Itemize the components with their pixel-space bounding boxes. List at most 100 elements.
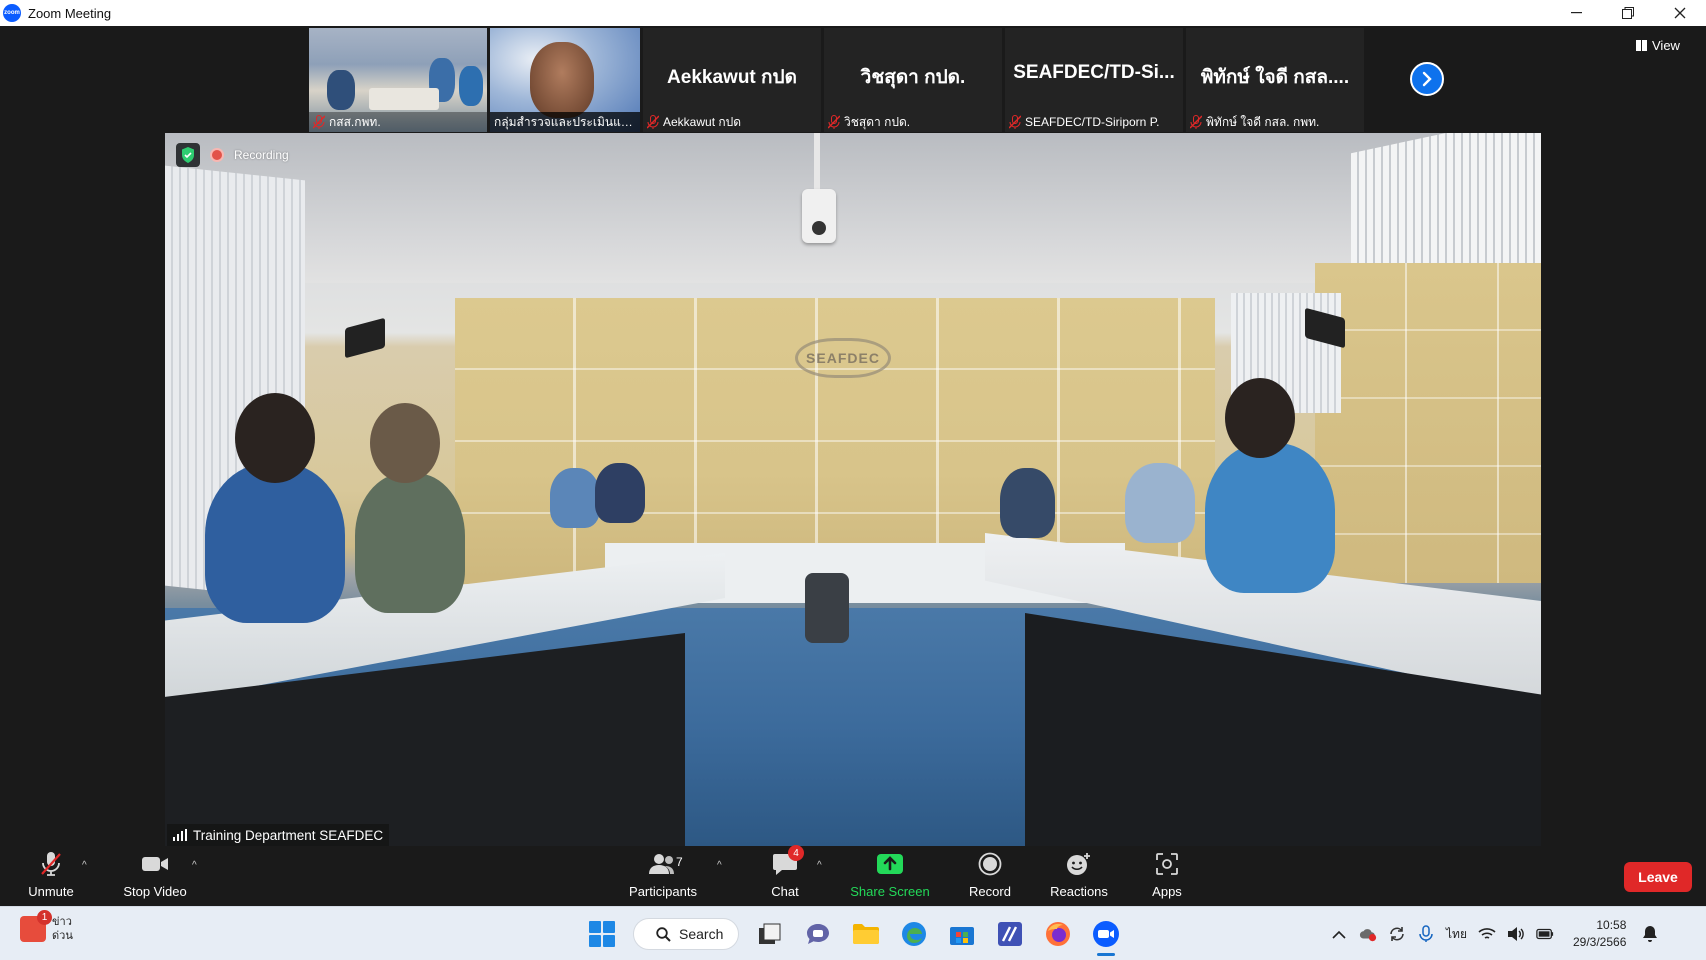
speaker-icon (1507, 927, 1524, 941)
meeting-controls: Unmute ^ Stop Video ^ 7 Participants ^ 4… (0, 845, 1706, 906)
news-widget[interactable]: 1 ข่าว ด่วน (20, 910, 73, 943)
volume-button[interactable] (1507, 925, 1525, 943)
minimize-button[interactable] (1550, 0, 1602, 26)
attendee (1205, 443, 1335, 593)
participants-button[interactable]: 7 Participants (624, 848, 702, 906)
taskbar-clock[interactable]: 10:58 29/3/2566 (1573, 917, 1626, 951)
next-page-button[interactable] (1410, 62, 1444, 96)
grid-view-icon (1636, 39, 1647, 51)
projector-pole (814, 133, 820, 193)
participant-thumbnail[interactable]: SEAFDEC/TD-Si... SEAFDEC/TD-Siriporn P. (1005, 28, 1183, 132)
participant-thumbnail[interactable]: กสส.กพท. (309, 28, 487, 132)
battery-icon (1536, 928, 1554, 940)
muted-mic-icon (36, 851, 66, 877)
view-label: View (1652, 37, 1680, 53)
news-badge: 1 (37, 910, 52, 925)
attendee (1125, 463, 1195, 543)
thumbnail-caption: กลุ่มสำรวจและประเมินแหล่งปร... (490, 112, 640, 132)
share-screen-label: Share Screen (850, 884, 930, 899)
share-screen-button[interactable]: Share Screen (846, 848, 934, 906)
task-view-icon (759, 923, 781, 944)
tray-expand-button[interactable] (1330, 925, 1348, 943)
chat-button[interactable]: 4 Chat (756, 845, 814, 906)
chat-unread-badge: 4 (788, 845, 804, 861)
search-icon (656, 926, 671, 942)
participant-thumbnail[interactable]: Aekkawut กปด Aekkawut กปด (643, 28, 821, 132)
news-line-2: ด่วน (52, 930, 73, 942)
participants-count: 7 (676, 855, 683, 869)
wifi-button[interactable] (1478, 925, 1496, 943)
file-explorer-button[interactable] (849, 917, 883, 951)
audio-options-caret-icon[interactable]: ^ (82, 860, 87, 871)
attendee (550, 468, 600, 528)
edge-icon (902, 922, 926, 946)
recording-indicator: Recording (176, 143, 289, 167)
restore-button[interactable] (1602, 0, 1654, 26)
chat-options-caret-icon[interactable]: ^ (817, 860, 822, 871)
video-options-caret-icon[interactable]: ^ (192, 860, 197, 871)
taskbar-search[interactable]: Search (633, 918, 739, 950)
store-button[interactable] (945, 917, 979, 951)
muted-mic-icon (828, 115, 840, 129)
close-icon (1674, 7, 1686, 19)
thumbnail-name: วิชสุดา กปด. (844, 114, 911, 129)
attendee-head (370, 403, 440, 483)
participant-thumbnail[interactable]: พิทักษ์ ใจดี กสล.... พิทักษ์ ใจดี กสล. ก… (1186, 28, 1364, 132)
active-speaker-video[interactable]: SEAFDEC Recording Training Department SE… (165, 133, 1541, 846)
app-button[interactable] (993, 917, 1027, 951)
taskbar-apps: Search (585, 916, 1123, 956)
thumbnail-caption: วิชสุดา กปด. (824, 112, 1002, 132)
unmute-button[interactable]: Unmute (18, 848, 84, 906)
thumbnail-name: กสส.กพท. (329, 114, 381, 129)
empty-chair (805, 573, 849, 643)
firefox-button[interactable] (1041, 917, 1075, 951)
stop-video-button[interactable]: Stop Video (118, 848, 192, 906)
battery-button[interactable] (1536, 925, 1554, 943)
thumbnail-name: กลุ่มสำรวจและประเมินแหล่งปร... (494, 114, 640, 129)
apps-button[interactable]: Apps (1142, 848, 1192, 906)
chat-bubble-icon: 4 (770, 845, 804, 877)
view-button[interactable]: View (1636, 34, 1680, 56)
zoom-taskbar-button[interactable] (1089, 917, 1123, 956)
speaker-name: Training Department SEAFDEC (193, 827, 384, 843)
thumbnail-caption: พิทักษ์ ใจดี กสล. กพท. (1186, 112, 1364, 132)
participants-label: Participants (629, 884, 697, 899)
search-label: Search (679, 926, 724, 942)
muted-mic-icon (647, 115, 659, 129)
edge-browser-button[interactable] (897, 917, 931, 951)
attendee (595, 463, 645, 523)
wall-speaker (345, 317, 385, 359)
participant-display-name: วิชสุดา กปด. (860, 67, 966, 88)
apps-label: Apps (1152, 884, 1182, 899)
sync-icon (1390, 927, 1404, 941)
smiley-face-icon (1064, 851, 1094, 877)
leave-button[interactable]: Leave (1624, 862, 1692, 892)
task-view-button[interactable] (753, 917, 787, 951)
participant-thumbnail[interactable]: วิชสุดา กปด. วิชสุดา กปด. (824, 28, 1002, 132)
participant-thumbnail[interactable]: กลุ่มสำรวจและประเมินแหล่งปร... (490, 28, 640, 132)
clock-date: 29/3/2566 (1572, 935, 1627, 949)
teams-chat-button[interactable] (801, 917, 835, 951)
sync-button[interactable] (1388, 925, 1406, 943)
start-button[interactable] (585, 917, 619, 951)
participants-options-caret-icon[interactable]: ^ (717, 860, 722, 871)
thumb-person (327, 70, 355, 110)
chat-app-icon (807, 924, 829, 944)
onedrive-button[interactable] (1359, 925, 1377, 943)
recording-dot-icon (210, 148, 224, 162)
folder-icon (853, 924, 879, 944)
window-title: Zoom Meeting (28, 5, 112, 21)
input-language[interactable]: ไทย (1446, 925, 1467, 944)
wifi-icon (1478, 928, 1496, 939)
record-button[interactable]: Record (960, 848, 1020, 906)
close-button[interactable] (1654, 0, 1706, 26)
reactions-button[interactable]: Reactions (1044, 848, 1114, 906)
thumbnail-caption: SEAFDEC/TD-Siriporn P. (1005, 112, 1183, 132)
ceiling-projector (802, 133, 836, 253)
gallery-strip: กสส.กพท. กลุ่มสำรวจและประเมินแหล่งปร... … (309, 28, 1364, 132)
encryption-shield-icon[interactable] (176, 143, 200, 167)
firefox-icon (1046, 922, 1070, 946)
attendee (1000, 468, 1055, 538)
microphone-tray-button[interactable] (1417, 925, 1435, 943)
notifications-button[interactable] (1641, 925, 1659, 943)
